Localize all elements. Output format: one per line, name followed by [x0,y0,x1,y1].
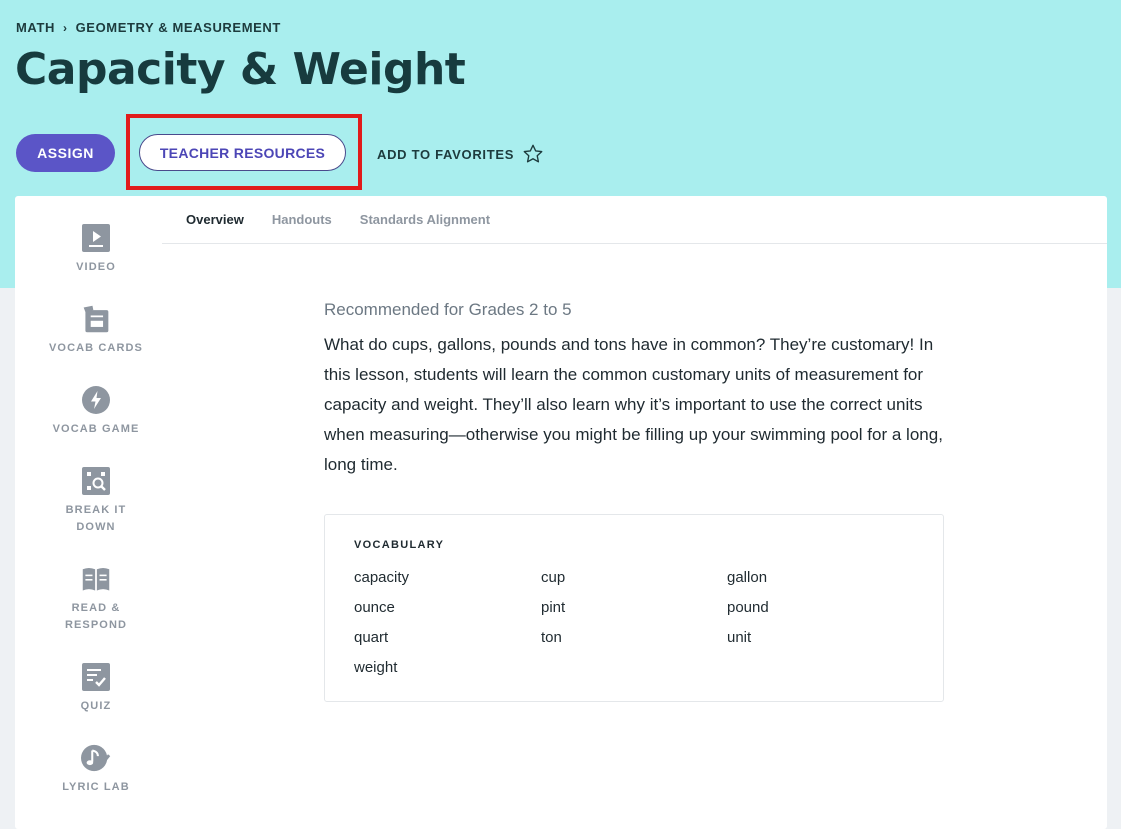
sidebar-item-lyric-lab[interactable]: LYRIC LAB [15,743,177,796]
breadcrumb-math[interactable]: MATH [16,20,55,35]
sidebar-item-label: VOCAB GAME [52,423,140,435]
sidebar-item-label: BREAK IT DOWN [65,504,127,533]
sidebar-item-label: LYRIC LAB [62,781,130,793]
vocab-word: cup [541,569,566,586]
breadcrumb-geometry-measurement[interactable]: GEOMETRY & MEASUREMENT [76,20,281,35]
vocabulary-title: VOCABULARY [354,539,445,551]
tab-standards-alignment[interactable]: Standards Alignment [360,212,490,227]
sidebar-item-label: READ & RESPOND [64,602,128,631]
vocab-word: capacity [354,569,410,586]
sidebar-item-quiz[interactable]: QUIZ [15,662,177,715]
quiz-checklist-icon [81,662,111,692]
sidebar-item-video[interactable]: VIDEO [15,223,177,276]
vocab-word: weight [354,659,398,676]
lesson-description: What do cups, gallons, pounds and tons h… [324,335,943,474]
sidebar-item-break-it-down[interactable]: BREAK IT DOWN [15,466,177,536]
vocab-word: pint [541,599,566,616]
vocab-cards-icon [81,304,111,334]
sidebar-item-label: VOCAB CARDS [49,342,143,354]
break-it-down-icon [81,466,111,496]
teacher-resources-button[interactable]: TEACHER RESOURCES [139,134,346,171]
lesson-actions: ASSIGN TEACHER RESOURCES ADD TO FAVORITE… [16,114,543,190]
breadcrumb: MATH › GEOMETRY & MEASUREMENT [16,20,281,35]
vocabulary-panel: VOCABULARY capacity cup gallon ounce pin… [324,514,944,702]
chevron-right-icon: › [62,20,68,35]
star-icon [523,144,543,163]
sidebar-item-vocab-game[interactable]: VOCAB GAME [15,385,177,438]
vocab-word: gallon [727,569,768,586]
music-note-icon [81,743,111,773]
lightning-icon [81,385,111,415]
sidebar-item-label: VIDEO [76,261,116,273]
video-icon [81,223,111,253]
add-to-favorites-label: ADD TO FAVORITES [377,146,515,162]
lesson-card: VIDEO VOCAB CARDS VOCAB GAME BREAK IT DO… [15,196,1107,829]
sidebar-item-read-respond[interactable]: READ & RESPOND [15,564,177,634]
recommended-grades: Recommended for Grades 2 to 5 [324,300,572,319]
tab-handouts[interactable]: Handouts [272,212,332,227]
lesson-tabs: Overview Handouts Standards Alignment [162,196,1107,244]
sidebar-item-label: QUIZ [80,700,112,712]
vocab-word: ounce [354,599,395,616]
open-book-icon [81,564,111,594]
vocab-word: unit [727,629,752,646]
vocabulary-list: capacity cup gallon ounce pint pound qua… [354,564,913,684]
add-to-favorites-button[interactable]: ADD TO FAVORITES [377,143,544,165]
vocab-word: pound [727,599,769,616]
vocab-word: quart [354,629,389,646]
tab-overview[interactable]: Overview [186,212,244,227]
vocab-word: ton [541,629,562,646]
sidebar-item-vocab-cards[interactable]: VOCAB CARDS [15,304,177,357]
assign-button[interactable]: ASSIGN [16,134,115,172]
page-title: Capacity & Weight [15,44,466,95]
